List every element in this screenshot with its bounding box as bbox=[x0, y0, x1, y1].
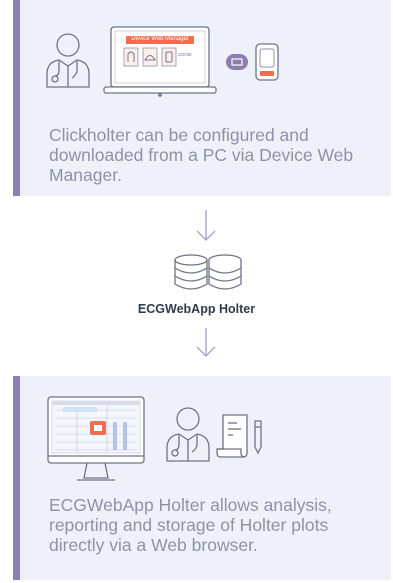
doctor-icon bbox=[45, 32, 91, 88]
zoom-label: ZOOM bbox=[178, 52, 192, 57]
arrow-down-icon bbox=[196, 328, 216, 358]
database-label: ECGWebApp Holter bbox=[137, 302, 256, 316]
dwm-title-label: Device Web Manager bbox=[131, 36, 189, 42]
bottom-info-card: ECGWebApp Holter allows analysis, report… bbox=[13, 376, 391, 580]
arrow-down-icon bbox=[196, 210, 216, 242]
top-card-description: Clickholter can be configured and downlo… bbox=[49, 125, 354, 185]
usb-connector-icon bbox=[226, 54, 248, 70]
report-document-icon bbox=[216, 413, 265, 459]
desktop-monitor-icon bbox=[47, 396, 145, 482]
doctor-icon bbox=[165, 406, 211, 462]
top-info-card: Device Web Manager ZOOM Clickholter can … bbox=[13, 0, 391, 196]
database-icon bbox=[173, 253, 243, 293]
bottom-card-description: ECGWebApp Holter allows analysis, report… bbox=[49, 495, 332, 555]
holter-device-icon bbox=[255, 43, 279, 81]
